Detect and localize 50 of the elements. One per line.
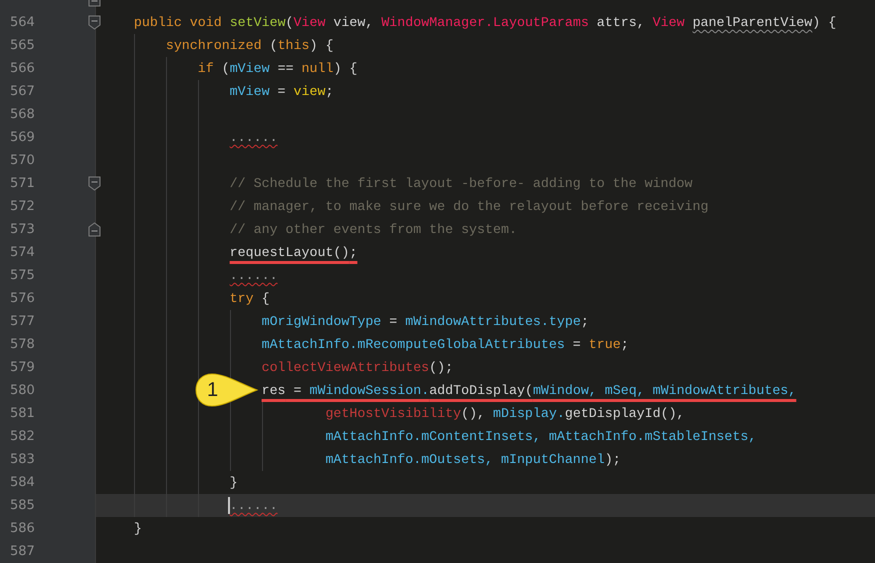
- code-line: // any other events from the system.: [230, 221, 517, 238]
- line-number: 585: [10, 498, 35, 514]
- line-number: 578: [10, 336, 35, 352]
- code-line: res = mWindowSession.addToDisplay(mWindow, mSeq, mWindowAttributes,: [262, 382, 796, 399]
- line-number: 572: [10, 198, 35, 214]
- code-line: ......: [230, 267, 278, 284]
- line-number: 586: [10, 520, 35, 536]
- code-line: }: [230, 474, 238, 491]
- code-line: try {: [230, 290, 270, 307]
- code-line: getHostVisibility(), mDisplay.getDisplayId(),: [325, 405, 685, 422]
- line-number: 575: [10, 268, 35, 284]
- line-number: 576: [10, 290, 35, 306]
- code-line: }: [134, 520, 142, 537]
- code-line: mAttachInfo.mOutsets, mInputChannel);: [325, 451, 621, 468]
- line-number: 587: [10, 544, 35, 560]
- line-number: 581: [10, 406, 35, 422]
- code-line: ......: [230, 129, 278, 146]
- fold-marker-icon[interactable]: [88, 176, 101, 191]
- line-number: 579: [10, 360, 35, 376]
- code-line: // manager, to make sure we do the relayout before receiving: [230, 198, 708, 215]
- line-number: 571: [10, 176, 35, 192]
- line-number: 565: [10, 38, 35, 54]
- line-number: 574: [10, 244, 35, 260]
- code-line: ......: [230, 497, 278, 514]
- line-number: 577: [10, 314, 35, 330]
- line-number: 573: [10, 222, 35, 238]
- code-line: mOrigWindowType = mWindowAttributes.type;: [262, 313, 589, 330]
- callout-badge: 1: [195, 373, 259, 407]
- code-line: collectViewAttributes();: [262, 359, 454, 376]
- line-number: 583: [10, 452, 35, 468]
- text-cursor: [228, 497, 230, 514]
- code-line: // Schedule the first layout -before- adding to the window: [230, 175, 692, 192]
- code-line: mView = view;: [230, 83, 334, 100]
- code-line: if (mView == null) {: [198, 60, 358, 77]
- code-line: mAttachInfo.mContentInsets, mAttachInfo.mStableInsets,: [325, 428, 756, 445]
- line-number: 566: [10, 60, 35, 76]
- line-number: 564: [10, 14, 35, 30]
- line-number: 568: [10, 106, 35, 122]
- line-number: 570: [10, 152, 35, 168]
- line-number: 582: [10, 428, 35, 444]
- fold-marker-icon[interactable]: [88, 222, 101, 237]
- code-line: requestLayout();: [230, 244, 358, 261]
- fold-marker-icon[interactable]: [88, 15, 101, 30]
- line-number: 567: [10, 84, 35, 100]
- line-number: 569: [10, 130, 35, 146]
- code-line: public void setView(View view, WindowManager.LayoutParams attrs, View panelParentView) {: [134, 14, 836, 31]
- line-number: 580: [10, 382, 35, 398]
- code-line: synchronized (this) {: [166, 37, 334, 54]
- line-number: 584: [10, 474, 35, 490]
- code-line: mAttachInfo.mRecomputeGlobalAttributes = true;: [262, 336, 629, 353]
